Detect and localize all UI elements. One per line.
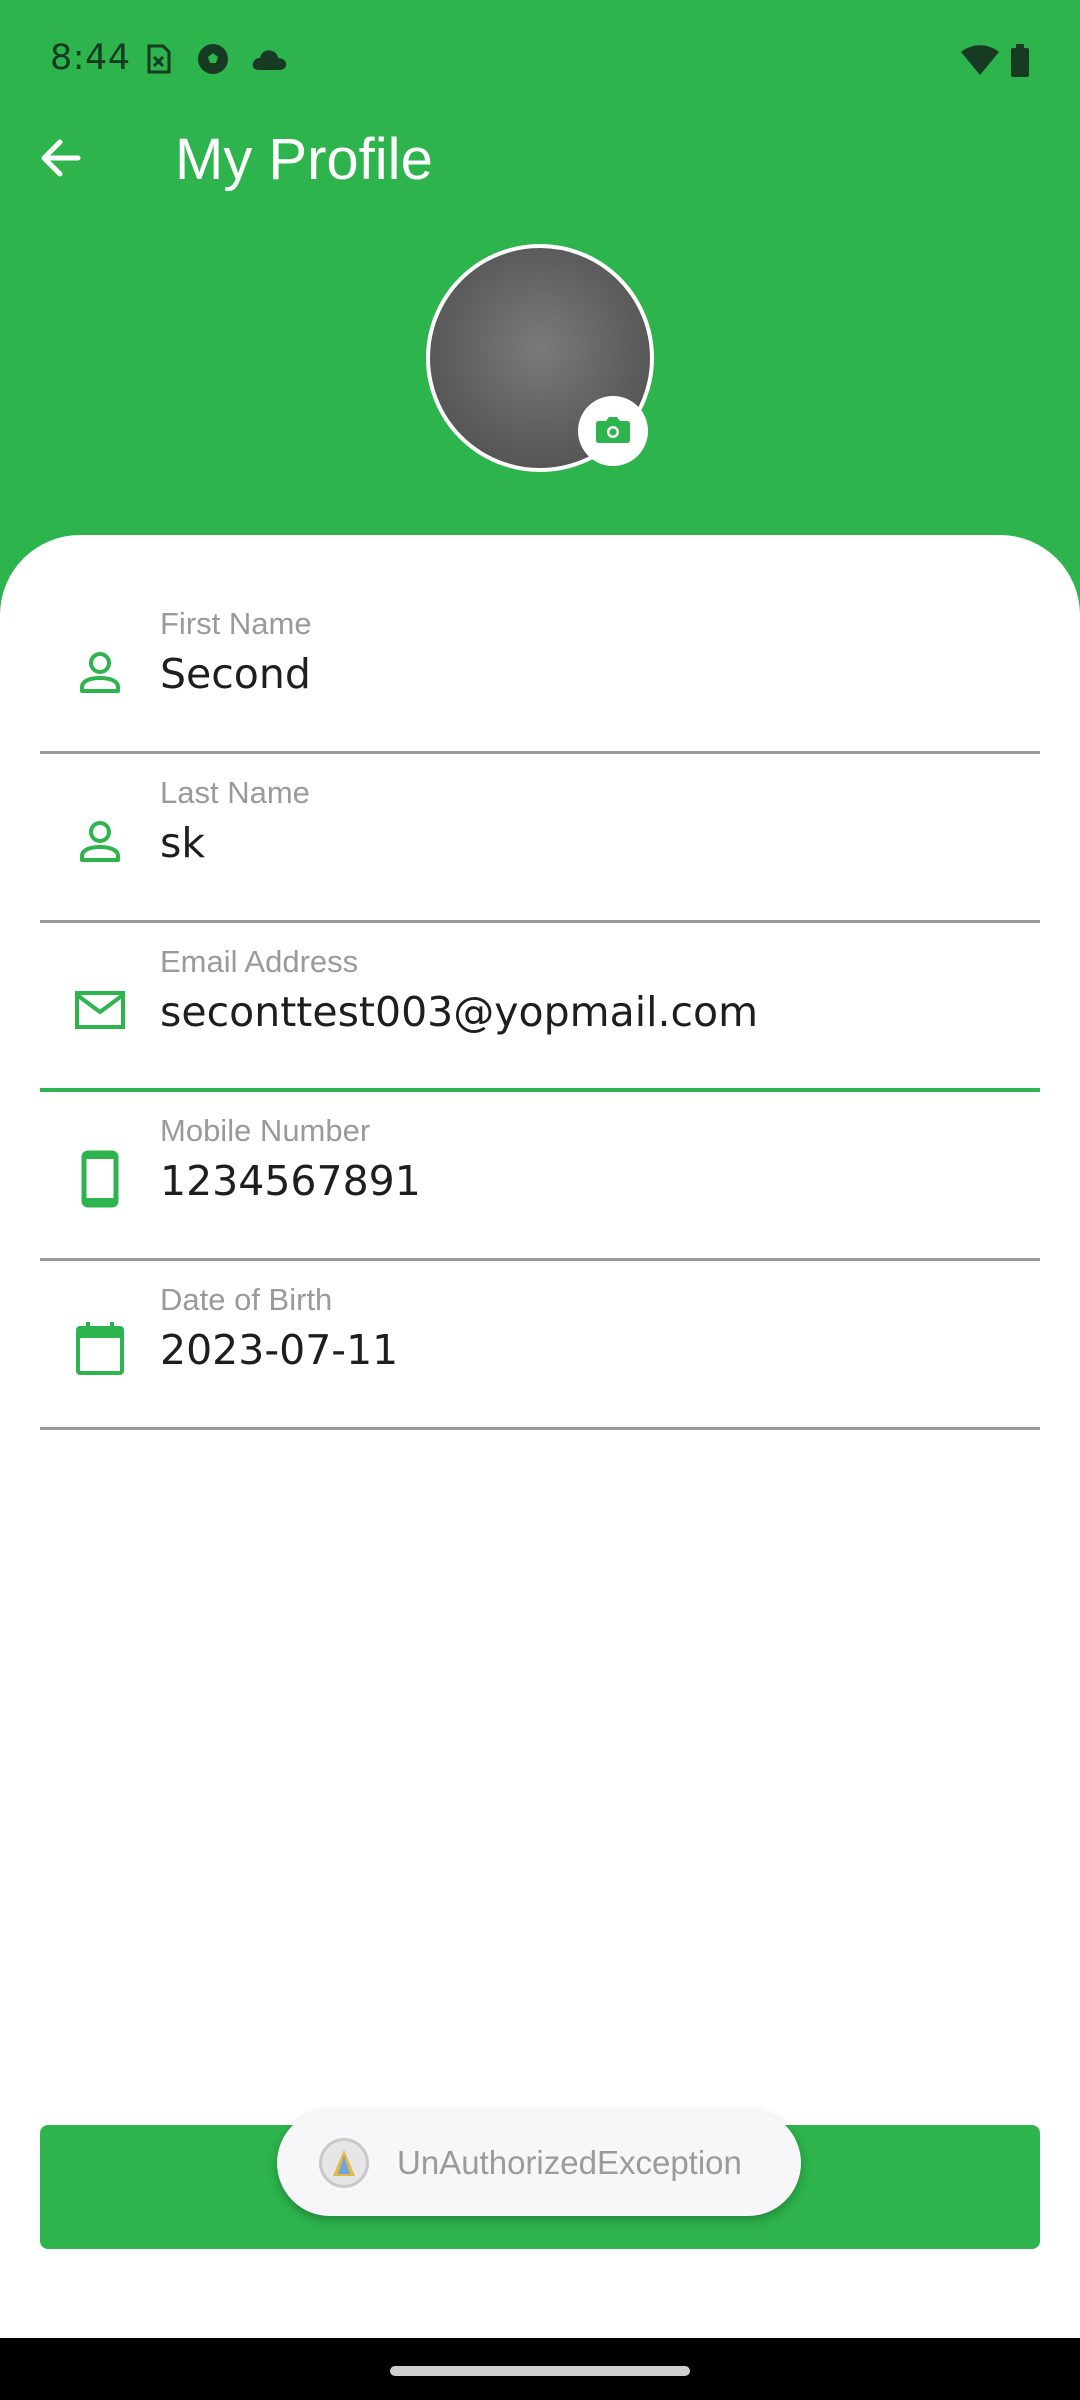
- camera-icon: [595, 414, 631, 448]
- last-name-label: Last Name: [160, 775, 310, 810]
- back-button[interactable]: [30, 120, 90, 200]
- person-icon: [70, 642, 130, 702]
- system-navigation-bar: [0, 2338, 1080, 2400]
- email-value[interactable]: seconttest003@yopmail.com: [160, 988, 758, 1036]
- date-of-birth-field[interactable]: Date of Birth 2023-07-11: [40, 1262, 1040, 1430]
- phone-icon: [70, 1149, 130, 1209]
- last-name-value[interactable]: sk: [160, 819, 205, 867]
- date-of-birth-label: Date of Birth: [160, 1282, 333, 1317]
- battery-icon: [1010, 44, 1030, 82]
- mobile-number-field[interactable]: Mobile Number 1234567891: [40, 1093, 1040, 1261]
- first-name-value[interactable]: Second: [160, 650, 311, 698]
- toast-message: UnAuthorizedException: [397, 2144, 742, 2181]
- app-logo-icon: [319, 2138, 369, 2188]
- home-gesture-handle[interactable]: [390, 2366, 690, 2376]
- mobile-number-underline: [40, 1258, 1040, 1261]
- person-icon: [70, 811, 130, 871]
- email-underline: [40, 1088, 1040, 1092]
- sim-off-icon: [146, 44, 172, 78]
- last-name-underline: [40, 920, 1040, 923]
- date-of-birth-value[interactable]: 2023-07-11: [160, 1326, 398, 1374]
- mail-icon: [70, 980, 130, 1040]
- calendar-icon: [70, 1318, 130, 1378]
- last-name-field[interactable]: Last Name sk: [40, 755, 1040, 923]
- status-bar: 8:44: [0, 0, 1080, 120]
- first-name-label: First Name: [160, 606, 312, 641]
- mobile-number-value[interactable]: 1234567891: [160, 1157, 421, 1205]
- status-time: 8:44: [50, 38, 131, 78]
- error-toast: UnAuthorizedException: [277, 2110, 801, 2216]
- avatar-container: [426, 244, 654, 472]
- page-title: My Profile: [175, 127, 433, 192]
- toolbar: My Profile: [0, 120, 1080, 240]
- mobile-number-label: Mobile Number: [160, 1113, 371, 1148]
- email-label: Email Address: [160, 944, 359, 979]
- date-of-birth-underline: [40, 1427, 1040, 1430]
- soccer-ball-icon: [196, 42, 230, 80]
- profile-header: 8:44 My Profile: [0, 0, 1080, 620]
- first-name-field[interactable]: First Name Second: [40, 586, 1040, 754]
- arrow-left-icon: [38, 138, 82, 182]
- wifi-icon: [960, 44, 1000, 80]
- email-field[interactable]: Email Address seconttest003@yopmail.com: [40, 924, 1040, 1092]
- cloud-icon: [250, 48, 288, 76]
- first-name-underline: [40, 751, 1040, 754]
- change-photo-button[interactable]: [578, 396, 648, 466]
